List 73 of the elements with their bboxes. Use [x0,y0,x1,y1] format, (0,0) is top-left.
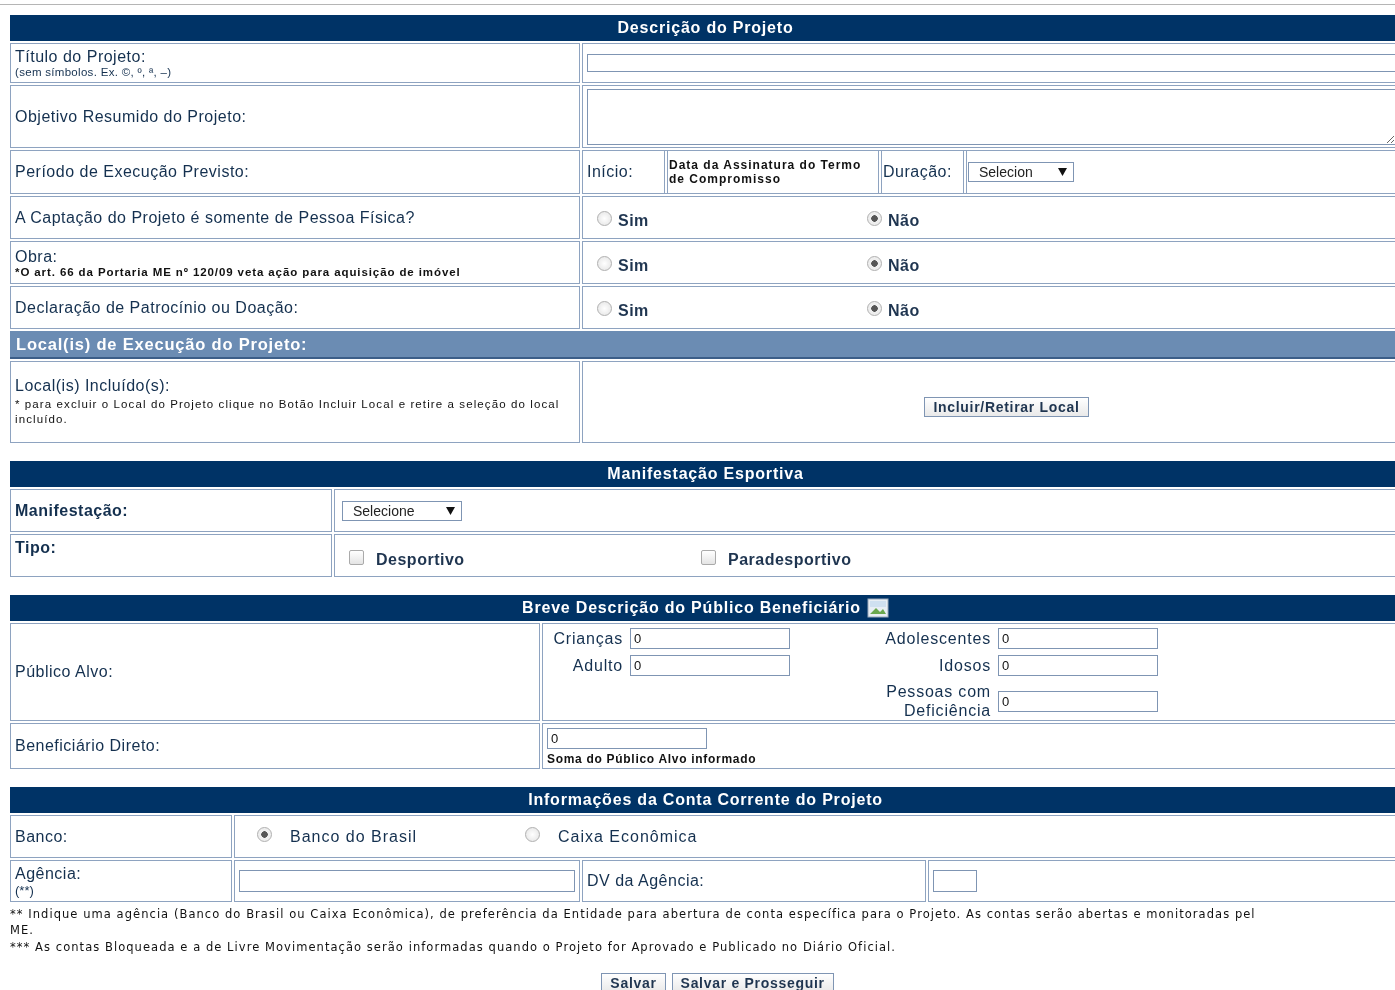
field-label: Declaração de Patrocínio ou Doação: [15,298,299,317]
submit-button[interactable]: Salvar e Prosseguir [671,973,834,990]
radio-button[interactable] [867,211,882,226]
field-label: Tipo: [15,539,57,557]
input-field[interactable] [239,870,575,892]
field-label: Banco: [15,827,68,846]
radio-button[interactable] [597,211,612,226]
field-label: Agência: [15,865,82,883]
radio-button[interactable] [257,827,272,842]
dropdown[interactable]: Selecione [342,500,462,521]
submit-button[interactable]: Salvar [601,973,666,990]
field-hint: (sem símbolos. Ex. ©, º, ª, –) [15,66,173,78]
radio-label: Não [888,301,920,320]
checkbox[interactable] [701,550,716,565]
field-note: Soma do Público Alvo informado [547,752,758,766]
radio-button[interactable] [525,827,540,842]
field-label: Crianças [552,629,623,648]
radio-button[interactable] [597,256,612,271]
section-header: Local(is) de Execução do Projeto: [10,331,1395,359]
text-area[interactable] [587,88,1395,145]
radio-button[interactable] [867,256,882,271]
field-note: (**) [15,883,35,898]
field-label: Duração: [883,163,952,180]
field-note: *O art. 66 da Portaria ME nº 120/09 veta ação para aquisição de imóvel [15,265,462,278]
field-label: Público Alvo: [15,663,114,681]
field-label: Manifestação: [15,501,129,520]
radio-label: Sim [618,211,649,230]
radio-label: Sim [618,256,649,275]
caret-icon [1058,168,1067,176]
footnote: *** As contas Bloqueada e a de Livre Movimentação serão informadas quando o Projeto for Aprovado e Publicado no Diário Oficial. [10,939,898,955]
field-label: Local(is) Incluído(s): [15,377,171,395]
input-field[interactable] [587,54,1395,73]
field-label: Pessoas com Deficiência [885,682,991,720]
section-header: Informações da Conta Corrente do Projeto [10,787,1395,813]
radio-label: Sim [618,301,649,320]
radio-button[interactable] [867,301,882,316]
field-label: Período de Execução Previsto: [15,163,250,181]
field-label: Início: [587,163,634,180]
checkbox-label: Desportivo [376,550,465,569]
footnote: ** Indique uma agência (Banco do Brasil ou Caixa Econômica), de preferência da Entidade para abertura de conta específica para o Projeto. As contas serão abertas e monitoradas pel [10,906,1257,922]
broken-image-icon [866,598,889,618]
footnote: ME. [10,922,35,938]
field-label: Título do Projeto: [15,48,146,66]
section-header: Descrição do Projeto [10,15,1395,41]
radio-label: Banco do Brasil [290,827,418,846]
checkbox[interactable] [349,550,364,565]
radio-label: Caixa Econômica [558,827,698,846]
input-field[interactable]: 0 [998,655,1158,676]
field-label: A Captação do Projeto é somente de Pessoa Física? [15,208,415,227]
radio-label: Não [888,256,920,275]
caret-icon [446,506,455,515]
field-label: Beneficiário Direto: [15,737,161,755]
dropdown[interactable]: Selecion [968,162,1074,182]
input-field[interactable] [933,870,977,892]
input-field[interactable]: 0 [547,728,707,749]
radio-button[interactable] [597,301,612,316]
input-field[interactable]: 0 [998,628,1158,649]
field-note: * para excluir o Local do Projeto clique no Botão Incluir Local e retire a seleção do local incluído. [15,397,561,427]
field-label: Idosos [938,656,991,675]
input-field[interactable]: 0 [630,628,790,649]
checkbox-label: Paradesportivo [728,550,852,569]
field-label: Objetivo Resumido do Projeto: [15,107,247,126]
section-header: Breve Descrição do Público Beneficiário [522,599,861,617]
field-label: Obra: [15,247,58,266]
field-value: Data da Assinatura do Termo de Compromisso [669,158,863,186]
input-field[interactable]: 0 [998,690,1158,712]
field-label: Adulto [571,656,623,675]
radio-label: Não [888,211,920,230]
field-label: Adolescentes [884,629,991,648]
include-location-button[interactable]: Incluir/Retirar Local [924,397,1089,417]
input-field[interactable]: 0 [630,655,790,676]
section-header: Manifestação Esportiva [10,461,1395,487]
field-label: DV da Agência: [587,872,705,889]
